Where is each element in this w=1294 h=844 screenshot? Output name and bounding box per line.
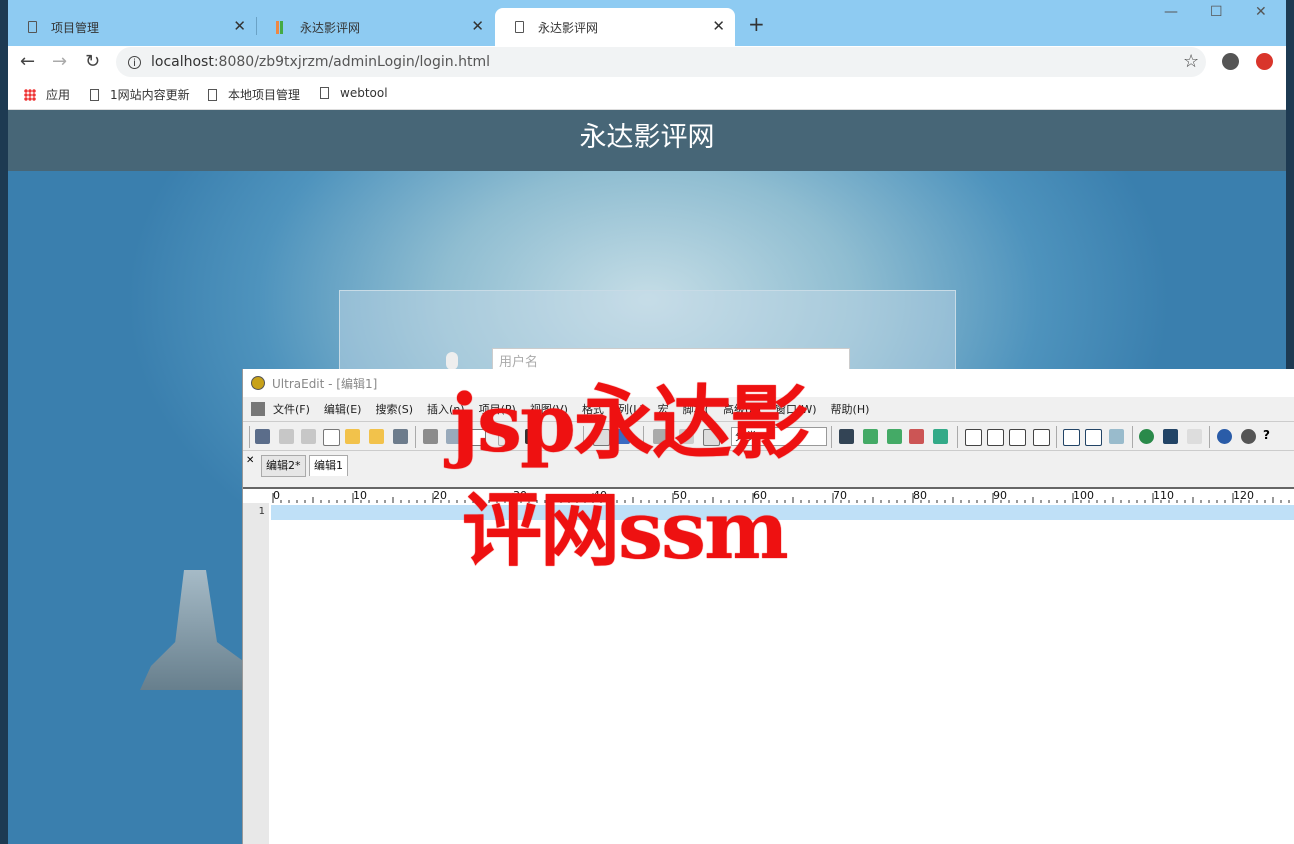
ruler-label: 120 [1233,489,1254,502]
bookmark-label: 本地项目管理 [228,88,301,102]
compare-icon[interactable] [1187,429,1202,444]
cascade-icon[interactable] [1109,429,1124,444]
info-icon[interactable] [1217,429,1232,444]
ruler-label: 90 [993,489,1007,502]
overlay-title-line2: 评网ssm [462,483,789,577]
menu-file[interactable]: 文件(F) [273,401,310,417]
find-in-files-icon[interactable] [933,429,948,444]
ultraedit-logo-icon [251,376,265,390]
user-icon [446,352,458,370]
justify-icon[interactable] [1033,429,1050,446]
close-icon[interactable]: ✕ [712,17,725,35]
preview-window-icon[interactable] [1163,429,1178,444]
workspace-icon[interactable] [255,429,270,444]
site-favicon-icon [276,20,286,34]
toolbar-separator [415,426,416,448]
ruler-label: 100 [1073,489,1094,502]
split-vertical-icon[interactable] [1085,429,1102,446]
site-title: 永达影评网 [8,110,1286,171]
page-icon [90,88,99,101]
close-icon[interactable]: ✕ [471,17,484,35]
window-title: UltraEdit - [编辑1] [272,376,378,391]
toolbar-separator [831,426,832,448]
bookmark-local-projects[interactable]: 本地项目管理 [208,86,300,103]
new-file-icon[interactable] [323,429,340,446]
ruler-label: 0 [273,489,280,502]
replace-icon[interactable] [909,429,924,444]
ruler-label: 10 [353,489,367,502]
print-icon[interactable] [423,429,438,444]
reload-icon[interactable]: ↻ [85,51,100,72]
line-number: 1 [258,506,265,517]
lighthouse-image [140,570,250,690]
toolbar-separator [1132,426,1133,448]
file-tab-edit1[interactable]: 编辑1 [309,455,348,476]
toolbar-separator [249,426,250,448]
back-arrow-icon[interactable]: ← [20,51,35,72]
tab-project-management[interactable]: 项目管理 ✕ [8,8,256,46]
line-number-gutter: 1 [243,503,269,844]
tab-label: 永达影评网 [300,20,361,35]
ruler-label: 80 [913,489,927,502]
file-tab-edit2[interactable]: 编辑2* [261,455,306,477]
bookmark-apps[interactable]: 应用 [24,86,70,103]
address-bar-row: ← → ↻ i localhost :8080/zb9txjrzm/adminL… [8,46,1286,78]
menu-search[interactable]: 搜索(S) [375,401,413,417]
find-next-icon[interactable] [887,429,902,444]
back-icon[interactable] [279,429,294,444]
bookmark-label: 应用 [46,88,71,102]
align-right-icon[interactable] [1009,429,1026,446]
url-host: localhost [151,54,214,70]
bookmark-content-update[interactable]: 1网站内容更新 [90,86,190,103]
menu-edit[interactable]: 编辑(E) [324,401,362,417]
extension-icon[interactable] [1256,53,1273,70]
forward-icon[interactable] [301,429,316,444]
menu-help[interactable]: 帮助(H) [831,401,870,417]
page-icon [515,21,524,33]
url-path: :8080/zb9txjrzm/adminLogin/login.html [213,54,490,70]
bookmark-star-icon[interactable]: ☆ [1183,51,1199,72]
align-left-icon[interactable] [965,429,982,446]
minimize-icon[interactable]: — [1164,4,1178,20]
maximize-icon[interactable]: ☐ [1210,4,1223,20]
new-tab-button[interactable]: + [748,12,765,36]
bookmarks-bar: 应用 1网站内容更新 本地项目管理 webtool [8,78,1286,110]
page-icon [28,21,37,33]
toolbar-separator [1209,426,1210,448]
tab-strip: 项目管理 ✕ 永达影评网 ✕ 永达影评网 ✕ + — ☐ ✕ [8,0,1286,46]
toolbar-separator [957,426,958,448]
align-center-icon[interactable] [987,429,1004,446]
find-prev-icon[interactable] [863,429,878,444]
account-icon[interactable] [1222,53,1239,70]
find-icon[interactable] [839,429,854,444]
tab-movie-review-1[interactable]: 永达影评网 ✕ [256,8,494,46]
toolbar-separator [1056,426,1057,448]
tab-movie-review-active[interactable]: 永达影评网 ✕ [495,8,735,46]
close-icon[interactable]: ✕ [233,17,246,35]
page-icon [320,87,329,99]
bookmark-label: 1网站内容更新 [110,88,190,102]
open-folder-icon[interactable] [345,429,360,444]
save-icon[interactable] [393,429,408,444]
tab-label: 项目管理 [51,20,100,35]
split-horizontal-icon[interactable] [1063,429,1080,446]
url-field[interactable]: i localhost :8080/zb9txjrzm/adminLogin/l… [116,47,1206,77]
bookmark-label: webtool [340,86,388,100]
update-icon[interactable] [1241,429,1256,444]
help-question-icon[interactable]: ? [1263,429,1278,444]
ruler-label: 70 [833,489,847,502]
open-recent-icon[interactable] [369,429,384,444]
ruler-label: 20 [433,489,447,502]
info-icon[interactable]: i [128,55,141,69]
bookmark-webtool[interactable]: webtool [320,86,388,100]
overlay-title-line1: jsp永达影 [450,376,810,470]
document-icon[interactable] [251,402,265,416]
window-close-icon[interactable]: ✕ [1255,4,1267,20]
ruler-label: 110 [1153,489,1174,502]
browser-preview-icon[interactable] [1139,429,1154,444]
tab-label: 永达影评网 [538,20,599,35]
apps-icon [24,88,36,101]
forward-arrow-icon[interactable]: → [52,51,67,72]
page-icon [208,88,217,101]
